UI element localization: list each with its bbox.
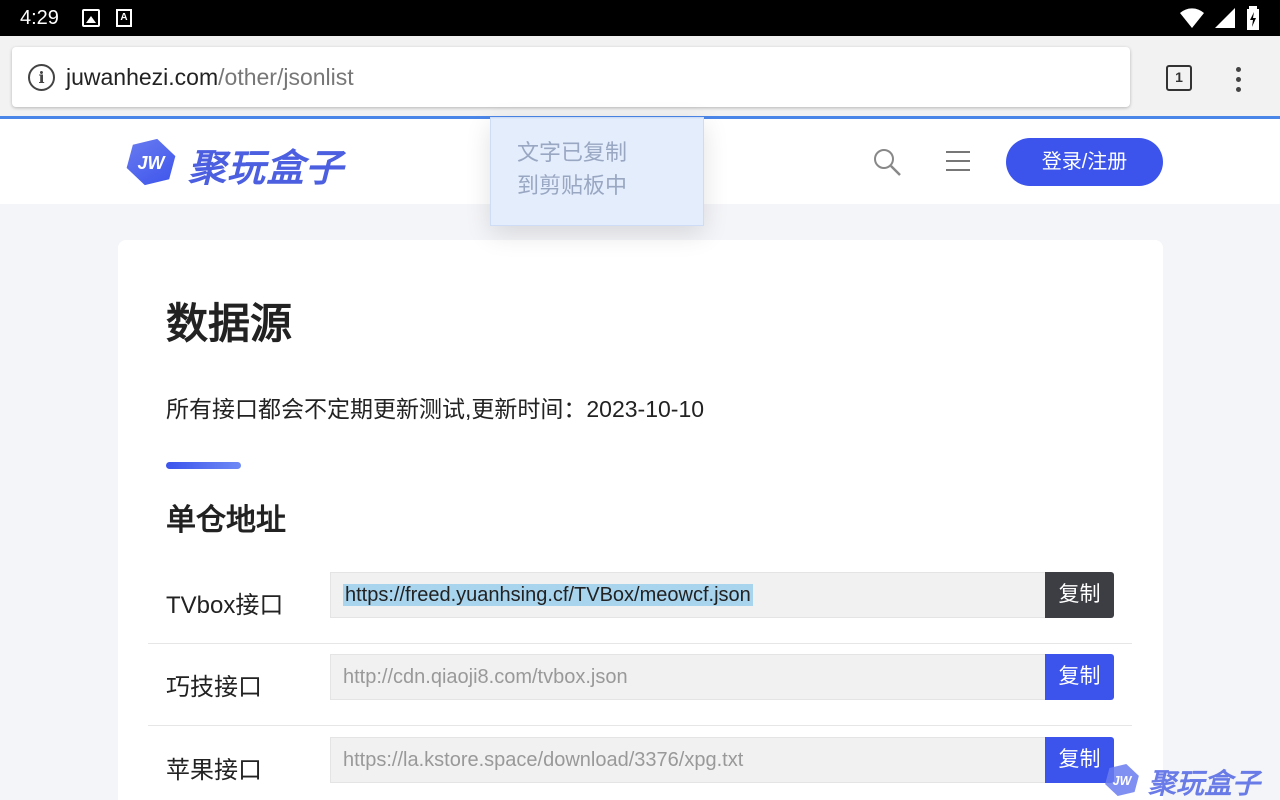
page-title: 数据源: [166, 300, 293, 347]
section-accent-bar: [166, 462, 241, 469]
url-domain: juwanhezi.com: [66, 64, 219, 90]
copied-toast: 文字已复制 到剪贴板中: [490, 117, 704, 226]
status-time: 4:29: [20, 7, 59, 29]
api-url-field[interactable]: http://cdn.qiaoji8.com/tvbox.json: [330, 654, 1046, 700]
api-row-apple: 苹果接口 https://la.kstore.space/download/33…: [148, 727, 1132, 800]
search-icon[interactable]: [872, 147, 902, 177]
logo-icon[interactable]: JW: [125, 136, 177, 188]
toast-line-2: 到剪贴板中: [517, 173, 628, 198]
api-url-field[interactable]: https://la.kstore.space/download/3376/xp…: [330, 737, 1046, 783]
hamburger-menu-icon[interactable]: [946, 151, 970, 171]
update-notice: 所有接口都会不定期更新测试,更新时间：2023-10-10: [166, 396, 705, 422]
address-bar[interactable]: i juwanhezi.com/other/jsonlist: [12, 47, 1130, 107]
url-path: /other/jsonlist: [218, 64, 354, 90]
selected-url-text: https://freed.yuanhsing.cf/TVBox/meowcf.…: [343, 584, 753, 606]
logo-text[interactable]: 聚玩盒子: [188, 137, 344, 192]
content-card: 数据源 所有接口都会不定期更新测试,更新时间：2023-10-10 单仓地址 T…: [118, 240, 1163, 800]
status-indicators: [1180, 6, 1260, 30]
status-bar: 4:29 A: [0, 0, 1280, 36]
watermark-text: 聚玩盒子: [1148, 768, 1261, 799]
cell-signal-icon: [1215, 8, 1235, 28]
watermark-logo-icon: JW: [1105, 763, 1139, 797]
copy-button[interactable]: 复制: [1045, 654, 1114, 700]
logo-badge-text: JW: [138, 153, 167, 173]
api-url-field[interactable]: https://freed.yuanhsing.cf/TVBox/meowcf.…: [330, 572, 1046, 618]
toast-line-1: 文字已复制: [517, 140, 628, 165]
tab-switcher-icon[interactable]: 1: [1166, 65, 1192, 91]
api-label: 苹果接口: [166, 757, 262, 784]
url-text[interactable]: juwanhezi.com/other/jsonlist: [66, 64, 354, 91]
wifi-icon: [1180, 8, 1204, 28]
api-label: TVbox接口: [166, 592, 284, 619]
copy-button[interactable]: 复制: [1045, 572, 1114, 618]
info-icon[interactable]: i: [28, 64, 55, 91]
watermark-badge-text: JW: [1113, 774, 1133, 788]
api-label: 巧技接口: [166, 674, 262, 701]
api-row-tvbox: TVbox接口 https://freed.yuanhsing.cf/TVBox…: [148, 562, 1132, 644]
section-title: 单仓地址: [166, 504, 286, 537]
battery-icon: [1247, 6, 1259, 30]
watermark: JW 聚玩盒子: [1104, 760, 1280, 800]
api-row-qiaoji: 巧技接口 http://cdn.qiaoji8.com/tvbox.json 复…: [148, 644, 1132, 726]
browser-menu-icon[interactable]: [1228, 64, 1248, 94]
a-notification-icon: A: [116, 9, 132, 27]
login-register-button[interactable]: 登录/注册: [1006, 138, 1163, 186]
browser-toolbar: i juwanhezi.com/other/jsonlist 1: [0, 36, 1280, 118]
image-notification-icon: [82, 9, 100, 27]
